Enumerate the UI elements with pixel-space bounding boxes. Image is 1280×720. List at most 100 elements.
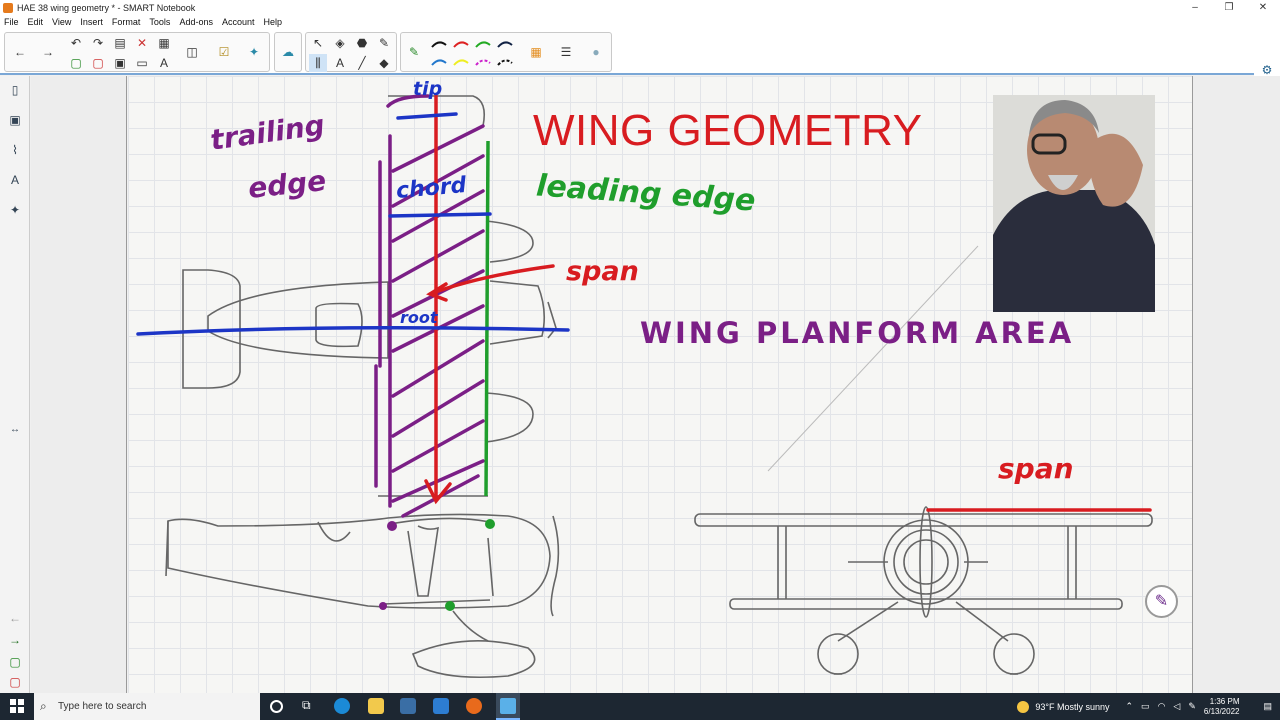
system-clock[interactable]: 1:36 PM 6/13/2022 <box>1204 697 1240 717</box>
menu-account[interactable]: Account <box>222 17 255 27</box>
volume-icon[interactable]: ◁ <box>1173 701 1180 712</box>
store-icon[interactable] <box>400 698 416 714</box>
webcam-overlay <box>993 95 1155 312</box>
windows-start-icon[interactable] <box>10 699 24 713</box>
pen-style-navy[interactable] <box>497 41 513 49</box>
menu-help[interactable]: Help <box>264 17 283 27</box>
line-icon[interactable]: ╱ <box>353 54 371 72</box>
activity-builder-icon[interactable]: ☑ <box>215 43 233 61</box>
search-placeholder: Type here to search <box>58 701 147 712</box>
save-icon[interactable]: ▣ <box>111 54 129 72</box>
document-camera-icon[interactable]: ◫ <box>183 43 201 61</box>
pen-style-dashed[interactable] <box>497 59 513 67</box>
table-icon[interactable]: ▦ <box>155 34 173 52</box>
paste-icon[interactable]: ▤ <box>111 34 129 52</box>
remove-page-icon[interactable]: ▢ <box>89 54 107 72</box>
clock-date: 6/13/2022 <box>1203 706 1240 716</box>
toolbar-group-select: ↖ ◈ ⬣ ✎ ⫼ A ╱ ◆ <box>305 32 397 72</box>
smart-notebook-taskbar-icon[interactable] <box>496 693 520 720</box>
magic-pen-icon[interactable]: ✎ <box>375 34 393 52</box>
screen-shade-icon[interactable]: ▭ <box>133 54 151 72</box>
smart-notebook-icon <box>3 2 13 13</box>
windows-taskbar: ⌕ Type here to search ⧉ 93°F Mostly sunn… <box>0 693 1280 720</box>
fill-icon[interactable]: ⬣ <box>353 34 371 52</box>
label-planform-area: WING PLANFORM AREA <box>640 316 1075 350</box>
select-icon[interactable]: ↖ <box>309 34 327 52</box>
pen-icon[interactable]: ✎ <box>405 43 423 61</box>
menu-bar: File Edit View Insert Format Tools Add-o… <box>0 15 1280 29</box>
addons-icon[interactable]: ✦ <box>245 43 263 61</box>
back-icon[interactable]: ← <box>11 43 29 61</box>
menu-format[interactable]: Format <box>112 17 141 27</box>
slide-title: WING GEOMETRY <box>533 106 923 155</box>
window-controls: – ❐ ✕ <box>1178 0 1280 15</box>
label-span-top: span <box>566 256 639 287</box>
toolbar-group-pen-styles: ✎ ▦ ☰ ● <box>400 32 612 72</box>
toolbar-group-response: ☁ <box>274 32 302 72</box>
pen-style-black[interactable] <box>431 41 447 49</box>
clock-time: 1:36 PM <box>1209 696 1240 706</box>
text-icon[interactable]: A <box>331 54 349 72</box>
taskbar-search-box[interactable]: ⌕ Type here to search <box>34 693 260 720</box>
line-style-icon[interactable]: ☰ <box>557 43 575 61</box>
network-icon[interactable]: ▭ <box>1141 701 1150 712</box>
page-margin-left <box>31 76 127 693</box>
cortana-icon[interactable] <box>270 700 283 713</box>
text-recognition-icon[interactable]: A <box>155 54 173 72</box>
system-tray: 93°F Mostly sunny ⌃ ▭ ◠ ◁ ✎ 1:36 PM 6/13… <box>1017 693 1280 720</box>
pens-icon[interactable]: ⫼ <box>309 54 327 72</box>
attachments-icon[interactable]: ⌇ <box>5 140 25 160</box>
pen-style-blue[interactable] <box>431 59 447 67</box>
menu-file[interactable]: File <box>4 17 19 27</box>
add-page-icon[interactable]: ▢ <box>67 54 85 72</box>
response-icon[interactable]: ☁ <box>279 43 297 61</box>
close-button[interactable]: ✕ <box>1246 0 1280 15</box>
file-explorer-icon[interactable] <box>368 698 384 714</box>
firefox-icon[interactable] <box>466 698 482 714</box>
shapes-icon[interactable]: ◈ <box>331 34 349 52</box>
window-title: HAE 38 wing geometry * - SMART Notebook <box>17 2 196 13</box>
color-palette-icon[interactable]: ▦ <box>527 43 545 61</box>
menu-view[interactable]: View <box>52 17 71 27</box>
side-tabs-panel: ▯ ▣ ⌇ A ✦ ↔ ← → ▢ ▢ <box>0 76 30 693</box>
delete-page-side-icon[interactable]: ▢ <box>5 672 25 692</box>
add-page-side-icon[interactable]: ▢ <box>5 652 25 672</box>
wifi-icon[interactable]: ◠ <box>1158 701 1166 712</box>
minimize-button[interactable]: – <box>1178 0 1212 15</box>
gallery-icon[interactable]: ▣ <box>5 110 25 130</box>
weather-text[interactable]: 93°F Mostly sunny <box>1035 702 1109 712</box>
delete-icon[interactable]: ✕ <box>133 34 151 52</box>
pen-style-red[interactable] <box>453 41 469 49</box>
task-view-icon[interactable]: ⧉ <box>302 698 318 714</box>
pen-style-yellow[interactable] <box>453 59 469 67</box>
label-span-bottom: span <box>998 452 1074 485</box>
transparency-icon[interactable]: ● <box>587 43 605 61</box>
redo-icon[interactable]: ↷ <box>89 34 107 52</box>
menu-edit[interactable]: Edit <box>28 17 44 27</box>
toolbar: ← → ↶ ↷ ▤ ✕ ▦ ▢ ▢ ▣ ▭ A ◫ ☑ ✦ ☁ ↖ ◈ ⬣ ✎ … <box>0 29 1280 104</box>
menu-tools[interactable]: Tools <box>149 17 170 27</box>
undo-icon[interactable]: ↶ <box>67 34 85 52</box>
weather-sun-icon <box>1017 700 1030 713</box>
edge-browser-icon[interactable] <box>334 698 350 714</box>
forward-icon[interactable]: → <box>39 43 57 61</box>
mail-icon[interactable] <box>433 698 449 714</box>
addons-panel-icon[interactable]: ✦ <box>5 200 25 220</box>
resize-panel-icon[interactable]: ↔ <box>5 420 25 440</box>
pen-style-magenta[interactable] <box>475 59 491 67</box>
next-page-icon[interactable]: → <box>5 630 25 650</box>
eraser-icon[interactable]: ◆ <box>375 54 393 72</box>
notifications-icon[interactable]: ▤ <box>1263 701 1272 712</box>
title-bar: HAE 38 wing geometry * - SMART Notebook … <box>0 0 1280 15</box>
menu-insert[interactable]: Insert <box>80 17 103 27</box>
page-sorter-icon[interactable]: ▯ <box>5 80 25 100</box>
pen-tray-icon[interactable]: ✎ <box>1188 701 1196 712</box>
pen-style-green[interactable] <box>475 41 491 49</box>
properties-icon[interactable]: A <box>5 170 25 190</box>
label-root: root <box>400 308 438 327</box>
tray-chevron-icon[interactable]: ⌃ <box>1126 701 1134 712</box>
prev-page-icon[interactable]: ← <box>5 608 25 628</box>
pen-floating-button[interactable]: ✎ <box>1145 585 1178 618</box>
restore-button[interactable]: ❐ <box>1212 0 1246 15</box>
menu-addons[interactable]: Add-ons <box>179 17 213 27</box>
